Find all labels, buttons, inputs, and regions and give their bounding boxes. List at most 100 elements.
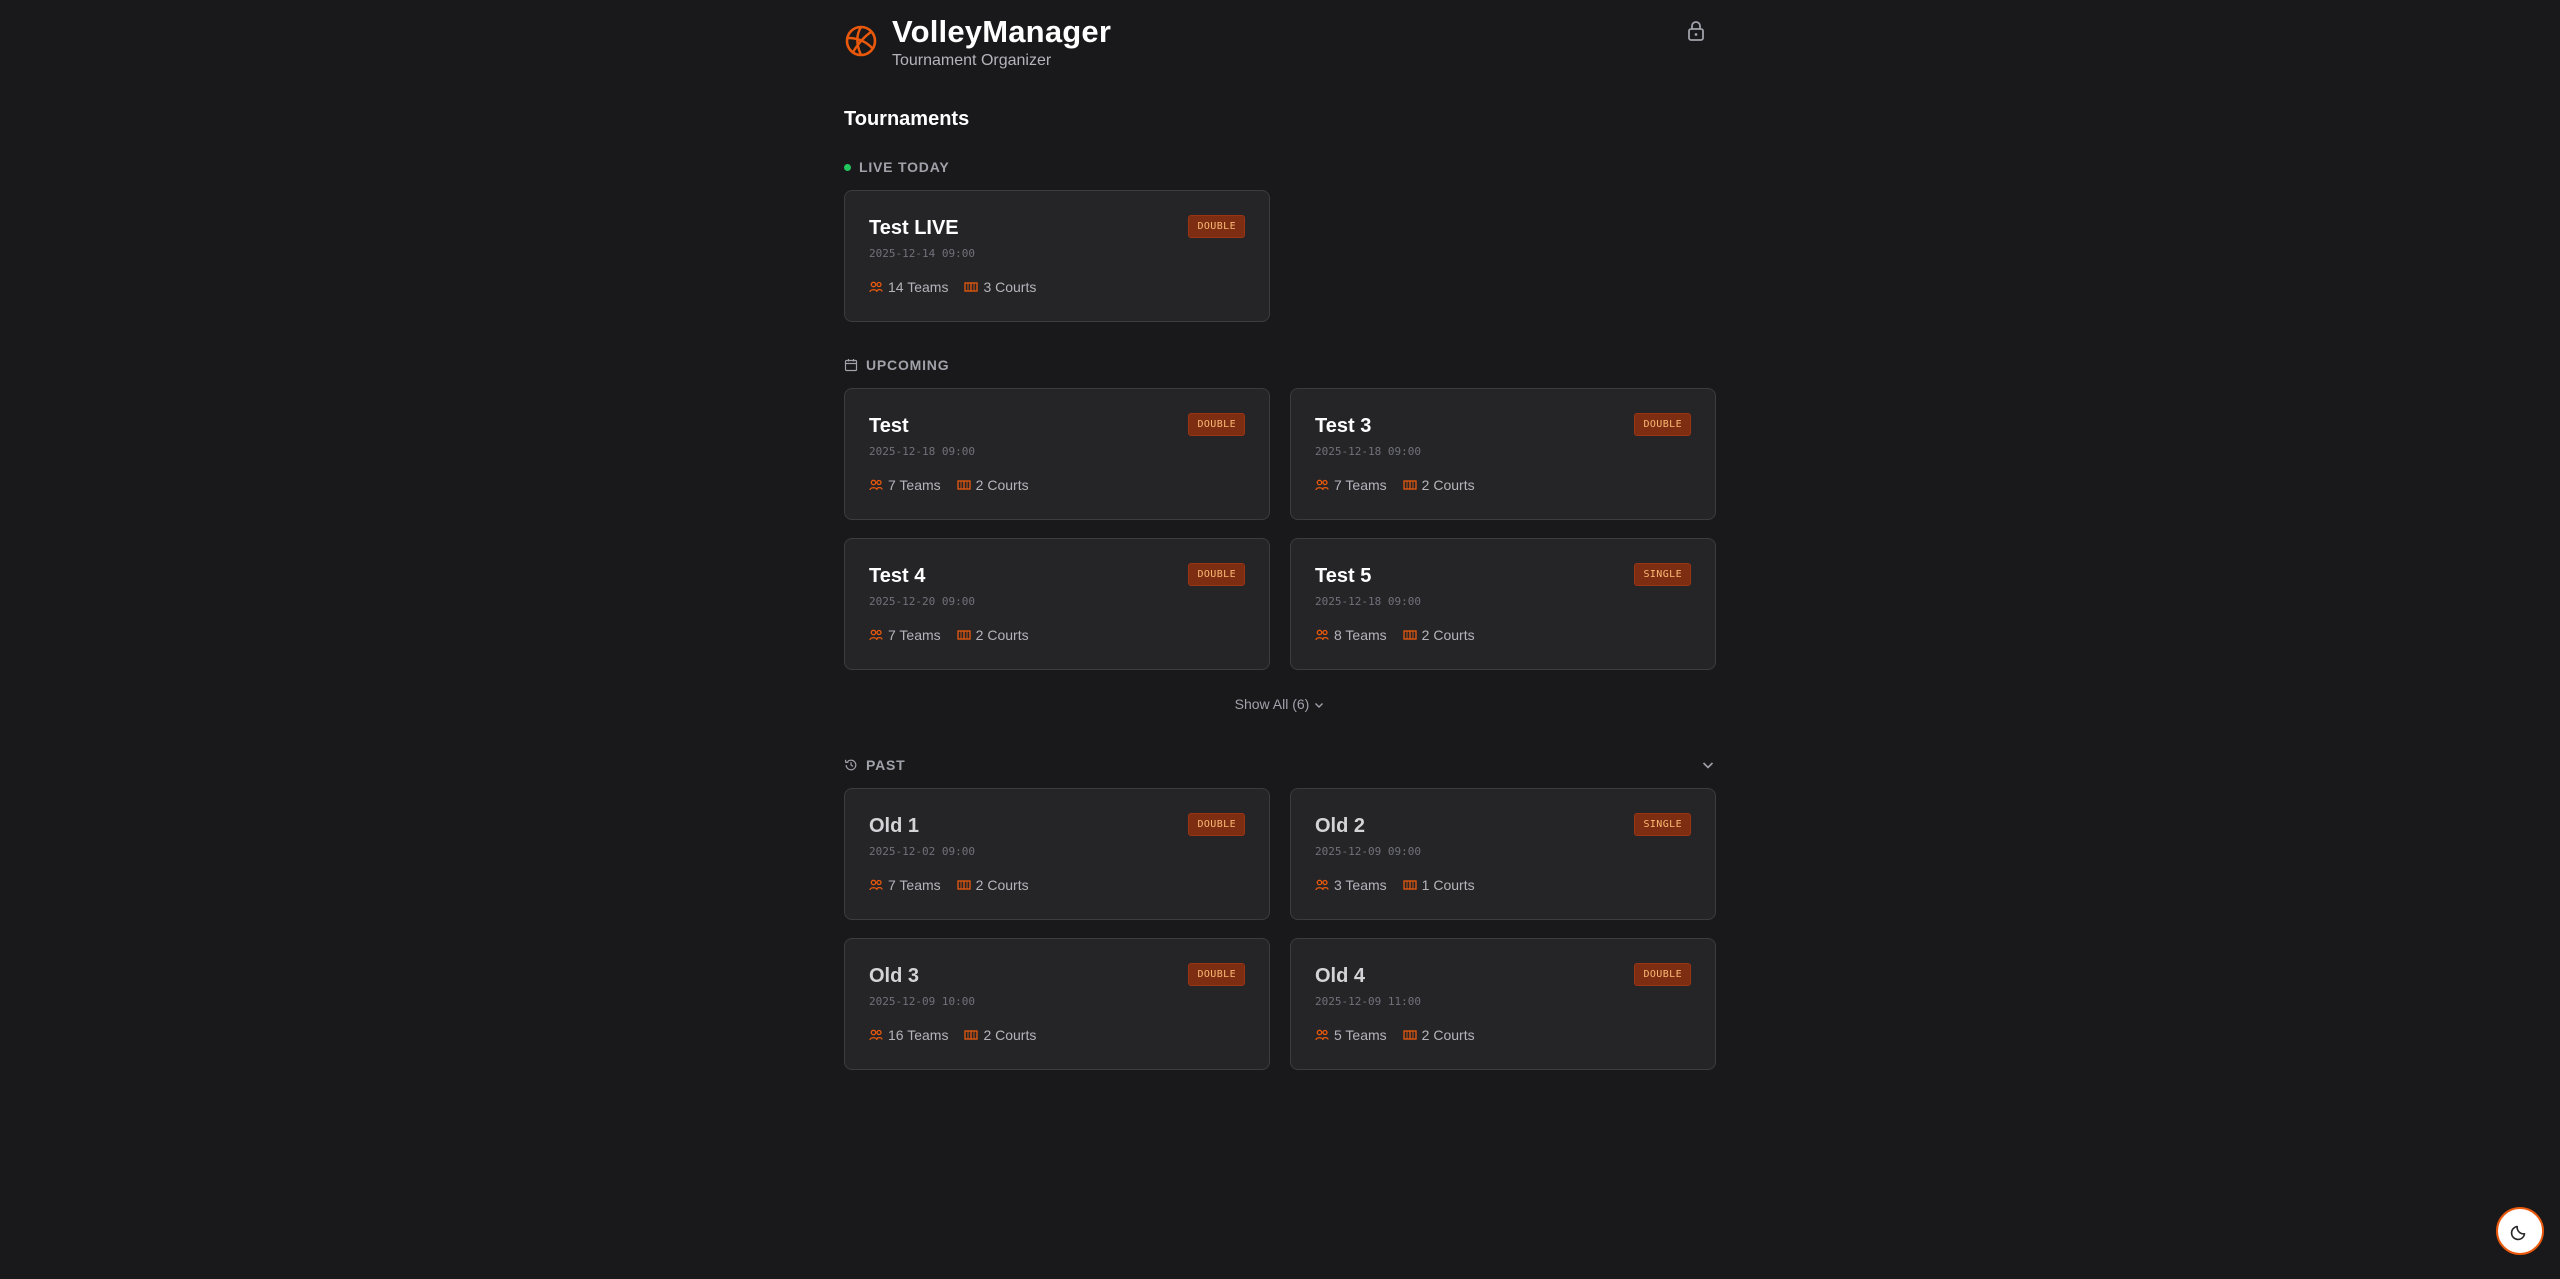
tournament-name: Old 2 xyxy=(1315,815,1366,837)
tournament-meta: 7 Teams 2 Courts xyxy=(869,877,1029,893)
courts-count: 2 Courts xyxy=(957,477,1029,493)
teams-label: 7 Teams xyxy=(888,877,941,893)
users-icon xyxy=(869,1029,883,1041)
teams-label: 7 Teams xyxy=(888,627,941,643)
tournament-name: Old 1 xyxy=(869,815,920,837)
court-icon xyxy=(1403,630,1417,640)
tournament-meta: 7 Teams 2 Courts xyxy=(869,627,1029,643)
section-past-label: PAST xyxy=(866,757,906,773)
courts-label: 3 Courts xyxy=(983,279,1037,295)
users-icon xyxy=(1315,629,1329,641)
courts-label: 2 Courts xyxy=(975,627,1029,643)
courts-count: 2 Courts xyxy=(964,1027,1036,1043)
court-icon xyxy=(964,282,979,292)
chevron-down-icon[interactable] xyxy=(1700,757,1716,773)
tournament-card[interactable]: Test 3 2025-12-18 09:00 DOUBLE 7 Teams 2… xyxy=(1290,388,1716,520)
tournament-meta: 8 Teams 2 Courts xyxy=(1315,627,1475,643)
teams-label: 3 Teams xyxy=(1334,877,1387,893)
tournament-meta: 14 Teams 3 Courts xyxy=(869,279,1036,295)
section-past-heading: PAST xyxy=(844,755,906,775)
tournament-date: 2025-12-09 10:00 xyxy=(869,995,975,1008)
tournament-date: 2025-12-18 09:00 xyxy=(869,445,975,458)
calendar-icon xyxy=(844,359,858,372)
users-icon xyxy=(869,281,883,293)
moon-icon xyxy=(2510,1225,2526,1241)
tournament-meta: 16 Teams 2 Courts xyxy=(869,1027,1036,1043)
tournament-card[interactable]: Test LIVE 2025-12-14 09:00 DOUBLE 14 Tea… xyxy=(844,190,1270,322)
teams-count: 16 Teams xyxy=(869,1027,948,1043)
theme-toggle-button[interactable] xyxy=(2496,1207,2544,1255)
section-live-label: LIVE TODAY xyxy=(859,159,950,175)
users-icon xyxy=(869,879,883,891)
tournament-name: Test 5 xyxy=(1315,565,1372,587)
court-icon xyxy=(1403,880,1417,890)
tournament-card[interactable]: Old 3 2025-12-09 10:00 DOUBLE 16 Teams 2… xyxy=(844,938,1270,1070)
section-upcoming-heading: UPCOMING xyxy=(844,355,949,375)
tournament-card[interactable]: Old 4 2025-12-09 11:00 DOUBLE 5 Teams 2 … xyxy=(1290,938,1716,1070)
section-live-heading: LIVE TODAY xyxy=(844,157,949,177)
tournament-card[interactable]: Test 2025-12-18 09:00 DOUBLE 7 Teams 2 C… xyxy=(844,388,1270,520)
court-icon xyxy=(1403,1030,1417,1040)
courts-count: 2 Courts xyxy=(1403,477,1475,493)
tournament-name: Old 4 xyxy=(1315,965,1366,987)
teams-count: 14 Teams xyxy=(869,279,948,295)
tournament-card[interactable]: Old 1 2025-12-02 09:00 DOUBLE 7 Teams 2 … xyxy=(844,788,1270,920)
teams-count: 7 Teams xyxy=(869,877,941,893)
tournament-name: Test 3 xyxy=(1315,415,1372,437)
tournament-card[interactable]: Test 5 2025-12-18 09:00 SINGLE 8 Teams 2… xyxy=(1290,538,1716,670)
tournament-name: Test xyxy=(869,415,909,437)
courts-label: 2 Courts xyxy=(975,477,1029,493)
tournament-meta: 5 Teams 2 Courts xyxy=(1315,1027,1475,1043)
teams-count: 7 Teams xyxy=(1315,477,1387,493)
court-icon xyxy=(957,630,971,640)
users-icon xyxy=(869,479,883,491)
format-badge: DOUBLE xyxy=(1188,813,1245,836)
format-badge: DOUBLE xyxy=(1188,215,1245,238)
tournament-date: 2025-12-09 11:00 xyxy=(1315,995,1421,1008)
teams-count: 7 Teams xyxy=(869,627,941,643)
format-badge: DOUBLE xyxy=(1634,413,1691,436)
teams-label: 7 Teams xyxy=(888,477,941,493)
page-title: Tournaments xyxy=(844,108,970,130)
format-badge: SINGLE xyxy=(1634,563,1691,586)
courts-count: 1 Courts xyxy=(1403,877,1475,893)
teams-count: 3 Teams xyxy=(1315,877,1387,893)
teams-count: 5 Teams xyxy=(1315,1027,1387,1043)
format-badge: DOUBLE xyxy=(1634,963,1691,986)
teams-count: 7 Teams xyxy=(869,477,941,493)
courts-label: 2 Courts xyxy=(983,1027,1037,1043)
courts-count: 2 Courts xyxy=(1403,1027,1475,1043)
tournament-meta: 3 Teams 1 Courts xyxy=(1315,877,1475,893)
show-all-label: Show All (6) xyxy=(1234,696,1310,712)
teams-label: 16 Teams xyxy=(888,1027,949,1043)
volleyball-icon xyxy=(845,25,877,57)
users-icon xyxy=(1315,479,1329,491)
tournament-date: 2025-12-14 09:00 xyxy=(869,247,975,260)
tournament-card[interactable]: Old 2 2025-12-09 09:00 SINGLE 3 Teams 1 … xyxy=(1290,788,1716,920)
tournament-meta: 7 Teams 2 Courts xyxy=(1315,477,1475,493)
lock-icon[interactable] xyxy=(1686,20,1706,42)
users-icon xyxy=(1315,1029,1329,1041)
teams-label: 8 Teams xyxy=(1334,627,1387,643)
live-dot-icon xyxy=(844,163,851,171)
app-title: VolleyManager xyxy=(892,14,1112,49)
teams-label: 14 Teams xyxy=(888,279,949,295)
tournament-name: Old 3 xyxy=(869,965,920,987)
users-icon xyxy=(869,629,883,641)
main-container: VolleyManager Tournament Organizer Tourn… xyxy=(844,0,1716,1070)
court-icon xyxy=(964,1030,979,1040)
courts-count: 2 Courts xyxy=(1403,627,1475,643)
show-all-button[interactable]: Show All (6) xyxy=(844,696,1716,712)
courts-label: 2 Courts xyxy=(1421,1027,1475,1043)
tournament-date: 2025-12-18 09:00 xyxy=(1315,595,1421,608)
chevron-down-icon xyxy=(1315,703,1324,709)
courts-count: 2 Courts xyxy=(957,877,1029,893)
tournament-card[interactable]: Test 4 2025-12-20 09:00 DOUBLE 7 Teams 2… xyxy=(844,538,1270,670)
format-badge: DOUBLE xyxy=(1188,413,1245,436)
app-header: VolleyManager Tournament Organizer xyxy=(844,0,1716,80)
court-icon xyxy=(1403,480,1417,490)
tournament-date: 2025-12-09 09:00 xyxy=(1315,845,1421,858)
courts-count: 2 Courts xyxy=(957,627,1029,643)
courts-label: 2 Courts xyxy=(975,877,1029,893)
section-upcoming-label: UPCOMING xyxy=(866,357,950,373)
